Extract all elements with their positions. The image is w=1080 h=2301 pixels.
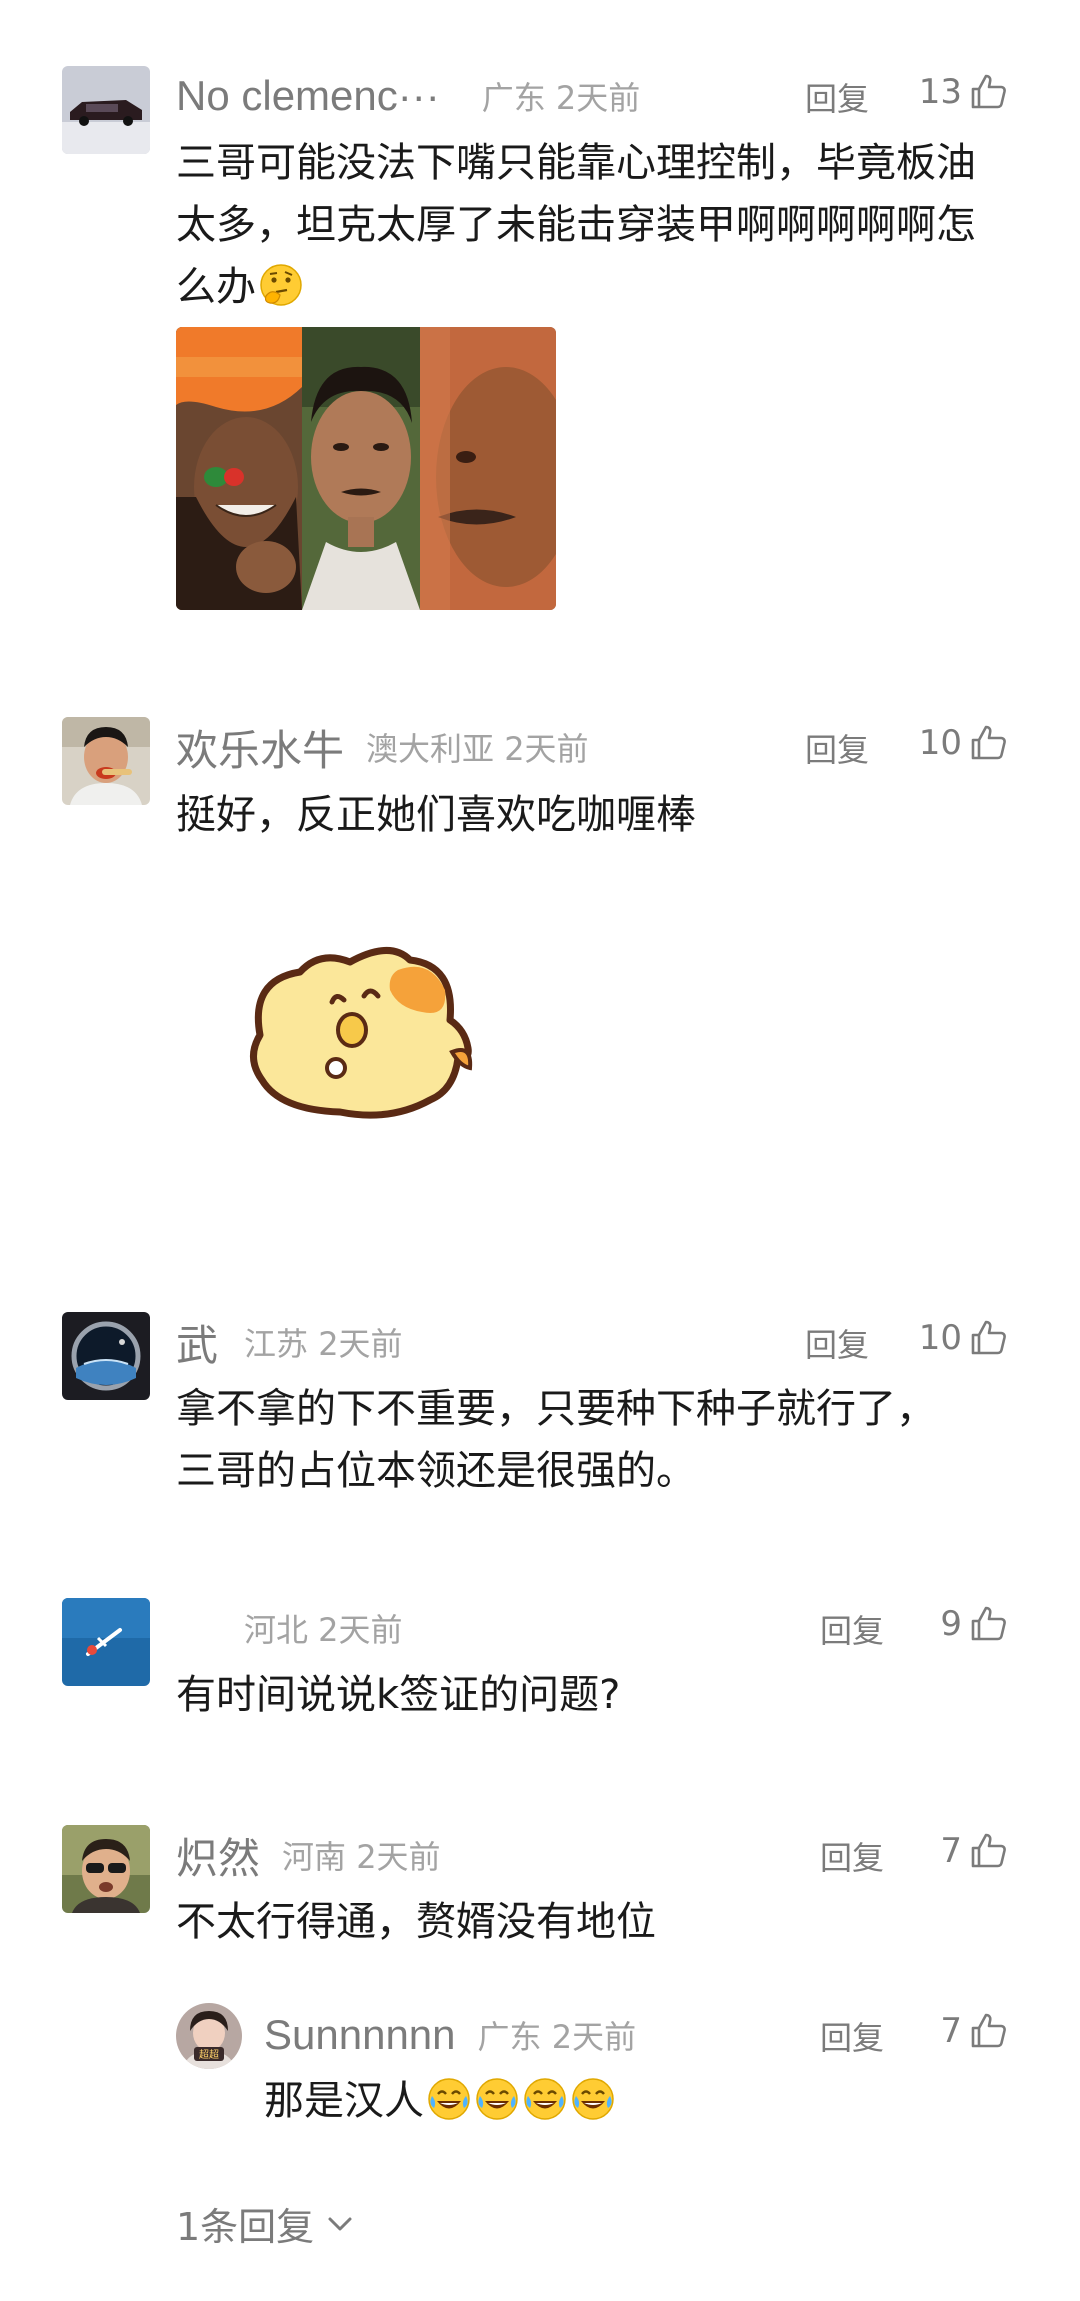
reply-button[interactable]: 回复 (820, 1833, 884, 1879)
comment-header: Sunnnnnn 广东 2天前 (264, 2005, 636, 2065)
comment-text: 不太行得通，赘婿没有地位 (176, 1899, 656, 1945)
like-button[interactable]: 10 (919, 1318, 1008, 1358)
username[interactable]: 欢乐水牛 (176, 717, 344, 778)
like-count: 13 (918, 72, 962, 112)
like-count: 10 (918, 1318, 962, 1358)
reply-button[interactable]: 回复 (805, 1320, 869, 1366)
username[interactable]: No clemenc··· (176, 72, 440, 120)
comment-header: 炽然 河南 2天前 (176, 1825, 441, 1885)
reply-button[interactable]: 回复 (820, 1606, 884, 1652)
thinking-face-icon (260, 264, 302, 306)
like-button[interactable]: 7 (940, 2011, 1008, 2051)
like-button[interactable]: 13 (919, 72, 1008, 112)
thumbs-up-icon (968, 1318, 1008, 1358)
like-count: 9 (940, 1604, 962, 1644)
like-count: 10 (918, 723, 962, 763)
reply-button[interactable]: 回复 (820, 2013, 884, 2059)
replies-count-label: 1条回复 (176, 2205, 315, 2249)
laughing-tears-icon (570, 2076, 616, 2122)
thumbs-up-icon (968, 1831, 1008, 1871)
username[interactable]: 武 (176, 1312, 218, 1373)
location-time: 河北 2天前 (244, 1611, 403, 1649)
comment-header: 欢乐水牛 澳大利亚 2天前 (176, 717, 589, 777)
laughing-tears-icon (474, 2076, 520, 2122)
comment-text: 有时间说说k签证的问题? (176, 1672, 621, 1718)
like-button[interactable]: 7 (940, 1831, 1008, 1871)
comment-text: 那是汉人 (264, 2070, 964, 2132)
location-time: 广东 2天前 (481, 79, 641, 117)
like-button[interactable]: 9 (940, 1604, 1008, 1644)
username[interactable]: Sunnnnnn (264, 2011, 456, 2059)
comment-header: 武 江苏 2天前 (176, 1312, 403, 1372)
svg-text:超超: 超超 (199, 2048, 219, 2061)
thumbs-up-icon (968, 2011, 1008, 2051)
thumbs-up-icon (968, 723, 1008, 763)
view-replies-button[interactable]: 1条回复 (176, 2196, 354, 2251)
thumbs-up-icon (968, 1604, 1008, 1644)
location-time: 江苏 2天前 (244, 1325, 403, 1363)
location-time: 澳大利亚 2天前 (366, 730, 589, 768)
laughing-tears-icon (522, 2076, 568, 2122)
reply-button[interactable]: 回复 (805, 725, 869, 771)
avatar[interactable] (62, 717, 150, 805)
comment-header: No clemenc··· 广东 2天前 (176, 66, 640, 126)
comment-text: 三哥可能没法下嘴只能靠心理控制，毕竟板油太多，坦克太厚了未能击穿装甲啊啊啊啊啊怎… (176, 140, 976, 310)
thumbs-up-icon (968, 72, 1008, 112)
like-count: 7 (940, 1831, 962, 1871)
comment-text: 挺好，反正她们喜欢吃咖喱棒 (176, 792, 696, 838)
avatar[interactable] (62, 1598, 150, 1686)
comment-text: 拿不拿的下不重要，只要种下种子就行了，三哥的占位本领还是很强的。 (176, 1386, 936, 1494)
username[interactable]: 炽然 (176, 1825, 260, 1886)
avatar[interactable] (62, 66, 150, 154)
avatar[interactable] (62, 1312, 150, 1400)
reply-button[interactable]: 回复 (805, 74, 869, 120)
chick-sticker-icon[interactable] (240, 940, 480, 1130)
chevron-down-icon (328, 2217, 352, 2230)
comment-image[interactable] (176, 327, 556, 610)
like-count: 7 (940, 2011, 962, 2051)
location-time: 广东 2天前 (477, 2018, 637, 2056)
like-button[interactable]: 10 (919, 723, 1008, 763)
avatar[interactable] (62, 1825, 150, 1913)
laughing-tears-icon (426, 2076, 472, 2122)
location-time: 河南 2天前 (282, 1838, 441, 1876)
avatar[interactable]: 超超 (176, 2003, 242, 2069)
comment-header: 河北 2天前 (244, 1598, 403, 1658)
